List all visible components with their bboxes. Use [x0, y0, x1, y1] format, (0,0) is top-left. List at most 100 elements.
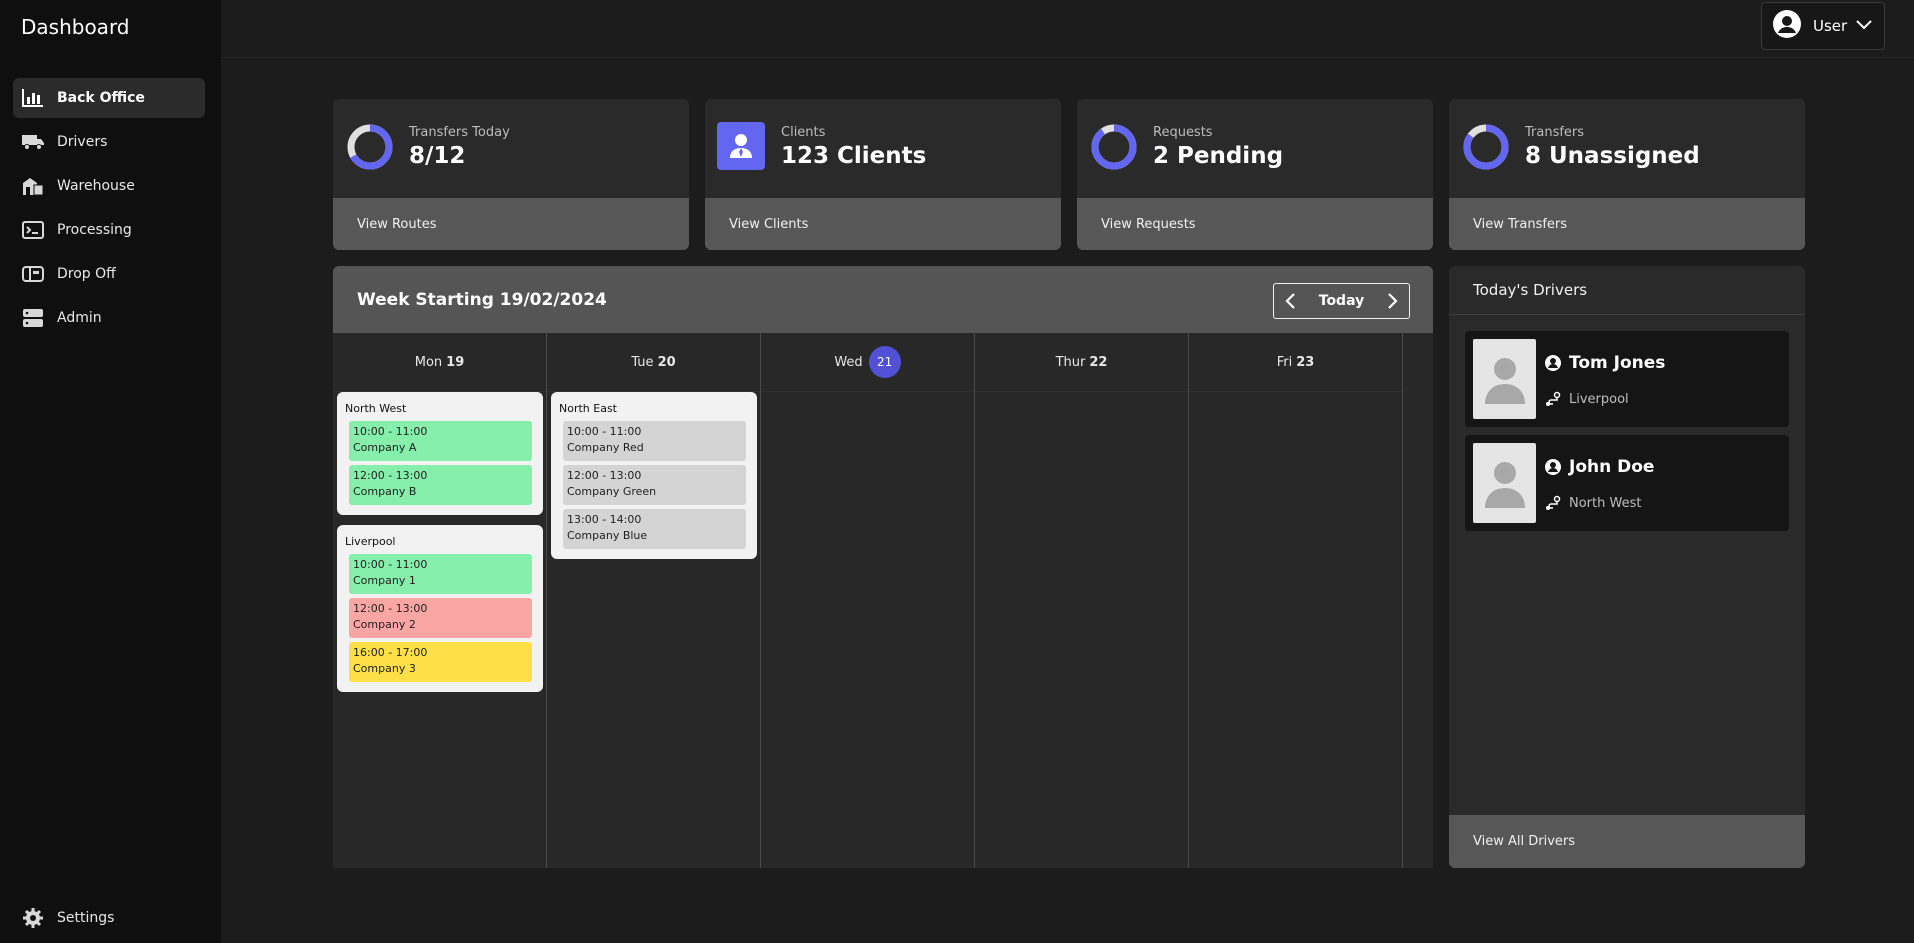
view-requests-link[interactable]: View Requests	[1077, 198, 1433, 250]
day-number: 22	[1089, 354, 1108, 370]
event-company: Company 1	[353, 574, 416, 587]
event-time: 16:00 - 17:00	[353, 646, 428, 659]
sidebar-item-back-office[interactable]: Back Office	[13, 78, 205, 118]
event-time: 12:00 - 13:00	[353, 469, 428, 482]
route-group[interactable]: North West 10:00 - 11:00 Company A 12:00 …	[337, 392, 543, 515]
person-placeholder-icon	[1484, 462, 1525, 508]
event-time: 10:00 - 11:00	[353, 558, 428, 571]
sidebar-item-label: Warehouse	[57, 178, 135, 194]
driver-location-text: North West	[1569, 495, 1642, 511]
driver-name-text: Tom Jones	[1569, 353, 1666, 373]
view-clients-link[interactable]: View Clients	[705, 198, 1061, 250]
day-header: Fri 23	[1189, 333, 1402, 392]
event-block[interactable]: 10:00 - 11:00 Company 1	[349, 554, 532, 594]
day-header: Thur 22	[975, 333, 1188, 392]
day-name: Wed	[834, 354, 863, 370]
user-avatar-icon	[1772, 9, 1802, 43]
day-column-mon: Mon 19 North West 10:00 - 11:00 Company A …	[333, 333, 547, 868]
stat-card-transfers: Transfers 8 Unassigned View Transfers	[1449, 99, 1805, 250]
event-company: Company Red	[567, 441, 644, 454]
event-block[interactable]: 10:00 - 11:00 Company A	[349, 421, 532, 461]
stat-value: 2 Pending	[1153, 143, 1284, 169]
driver-location: North West	[1545, 495, 1641, 511]
event-time: 13:00 - 14:00	[567, 513, 642, 526]
event-block[interactable]: 16:00 - 17:00 Company 3	[349, 642, 532, 682]
event-time: 12:00 - 13:00	[353, 602, 428, 615]
van-icon	[21, 130, 45, 154]
event-block[interactable]: 12:00 - 13:00 Company Green	[563, 465, 746, 505]
event-company: Company Blue	[567, 529, 648, 542]
stat-value: 8/12	[409, 143, 466, 169]
event-company: Company Green	[567, 485, 657, 498]
chevron-left-icon	[1285, 293, 1295, 309]
day-name: Thur	[1055, 354, 1086, 370]
sidebar-item-settings[interactable]: Settings	[21, 903, 114, 933]
event-block[interactable]: 10:00 - 11:00 Company Red	[563, 421, 746, 461]
event-block[interactable]: 12:00 - 13:00 Company 2	[349, 598, 532, 638]
event-company: Company 3	[353, 662, 416, 675]
event-time: 10:00 - 11:00	[353, 425, 428, 438]
next-week-button[interactable]	[1383, 289, 1403, 313]
day-column-tue: Tue 20 North East 10:00 - 11:00 Company Re…	[547, 333, 761, 868]
donut-icon	[1091, 124, 1137, 170]
view-all-drivers-link[interactable]: View All Drivers	[1449, 815, 1805, 868]
avatar	[1473, 339, 1536, 419]
event-block[interactable]: 12:00 - 13:00 Company B	[349, 465, 532, 505]
user-label: User	[1813, 17, 1848, 35]
sidebar-item-admin[interactable]: Admin	[13, 298, 205, 338]
stat-value: 123 Clients	[781, 143, 927, 169]
week-calendar: Week Starting 19/02/2024 Today Mon 19 Nor…	[333, 266, 1433, 868]
day-name: Mon	[414, 354, 443, 370]
route-group[interactable]: North East 10:00 - 11:00 Company Red 12:0…	[551, 392, 757, 559]
day-column-fri: Fri 23	[1189, 333, 1403, 868]
day-header: Tue 20	[547, 333, 760, 392]
route-group[interactable]: Liverpool 10:00 - 11:00 Company 1 12:00 -…	[337, 525, 543, 692]
event-company: Company 2	[353, 618, 416, 631]
route-icon	[1545, 495, 1561, 511]
day-column-wed: Wed 21	[761, 333, 975, 868]
route-group-title: Liverpool	[345, 535, 396, 548]
client-icon	[717, 122, 765, 170]
drivers-panel-title: Today's Drivers	[1449, 266, 1805, 315]
sidebar-item-warehouse[interactable]: Warehouse	[13, 166, 205, 206]
sidebar-item-label: Processing	[57, 222, 132, 238]
stat-label: Requests	[1153, 125, 1213, 140]
view-routes-link[interactable]: View Routes	[333, 198, 689, 250]
event-company: Company A	[353, 441, 417, 454]
stat-card-requests: Requests 2 Pending View Requests	[1077, 99, 1433, 250]
drivers-panel: Today's Drivers Tom Jones Liverpool John…	[1449, 266, 1805, 868]
stat-value: 8 Unassigned	[1525, 143, 1700, 169]
terminal-icon	[21, 218, 45, 242]
calendar-columns: Mon 19 North West 10:00 - 11:00 Company A …	[333, 333, 1433, 868]
chart-bar-icon	[21, 86, 45, 110]
route-icon	[1545, 391, 1561, 407]
driver-name: John Doe	[1545, 457, 1654, 477]
sidebar-item-drop-off[interactable]: Drop Off	[13, 254, 205, 294]
warehouse-icon	[21, 174, 45, 198]
sidebar-item-label: Drop Off	[57, 266, 116, 282]
driver-card[interactable]: Tom Jones Liverpool	[1465, 331, 1789, 427]
chevron-right-icon	[1388, 293, 1398, 309]
day-name: Tue	[631, 354, 654, 370]
sidebar-item-processing[interactable]: Processing	[13, 210, 205, 250]
today-button[interactable]: Today	[1319, 293, 1364, 309]
sidebar-item-label: Drivers	[57, 134, 108, 150]
driver-card[interactable]: John Doe North West	[1465, 435, 1789, 531]
stat-card-transfers-today: Transfers Today 8/12 View Routes	[333, 99, 689, 250]
stat-label: Transfers Today	[409, 125, 510, 140]
chevron-down-icon	[1855, 17, 1873, 35]
day-number: 23	[1296, 354, 1315, 370]
sidebar-item-drivers[interactable]: Drivers	[13, 122, 205, 162]
day-name: Fri	[1276, 354, 1293, 370]
avatar	[1473, 443, 1536, 523]
calendar-title: Week Starting 19/02/2024	[357, 290, 607, 310]
day-number: 19	[446, 354, 465, 370]
donut-icon	[347, 124, 393, 170]
event-block[interactable]: 13:00 - 14:00 Company Blue	[563, 509, 746, 549]
prev-week-button[interactable]	[1280, 289, 1300, 313]
day-number: 20	[657, 354, 676, 370]
user-menu-button[interactable]: User	[1761, 2, 1885, 50]
view-transfers-link[interactable]: View Transfers	[1449, 198, 1805, 250]
driver-name-text: John Doe	[1569, 457, 1655, 477]
driver-location-text: Liverpool	[1569, 391, 1629, 407]
